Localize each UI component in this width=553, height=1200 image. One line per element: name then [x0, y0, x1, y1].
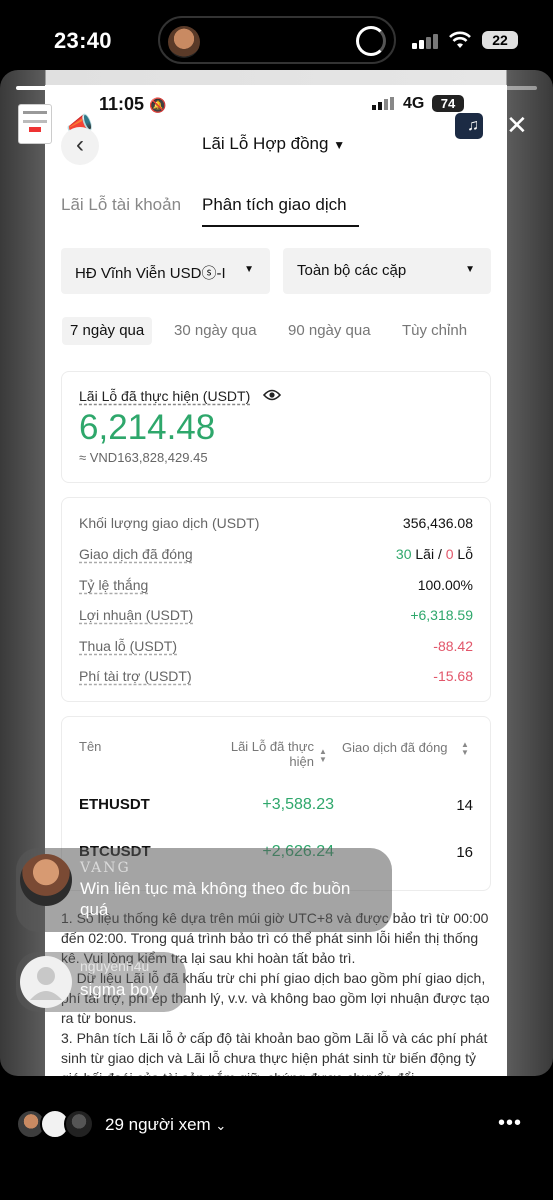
col-header-name: Tên — [79, 739, 102, 754]
caret-down-icon: ▼ — [333, 138, 346, 152]
back-button[interactable]: ‹ — [61, 127, 99, 165]
author-thumbnail[interactable] — [18, 104, 52, 144]
period-custom[interactable]: Tùy chỉnh — [394, 317, 475, 345]
comment-bubble[interactable]: VANG Win liên tục mà không theo đc buồn … — [16, 848, 392, 932]
viewer-count[interactable]: 29 người xem ⌄ — [105, 1115, 226, 1135]
tab-account-pnl[interactable]: Lãi Lỗ tài khoản — [61, 195, 181, 215]
page-title[interactable]: Lãi Lỗ Hợp đồng ▼ — [202, 134, 345, 154]
stat-label-winrate: Tỷ lệ thắng — [79, 577, 149, 593]
phone-status-bar: 23:40 22 — [0, 0, 553, 80]
stat-value-profit: +6,318.59 — [410, 607, 473, 623]
eye-icon[interactable] — [262, 388, 282, 407]
row-closed: 14 — [456, 797, 473, 814]
inner-signal-icon — [372, 97, 394, 115]
bell-muted-icon: 🔕 — [149, 97, 167, 113]
sort-icon[interactable]: ▲ ▼ — [461, 741, 469, 757]
tab-trade-analysis[interactable]: Phân tích giao dịch — [202, 195, 347, 215]
realized-pnl-label: Lãi Lỗ đã thực hiện (USDT) — [79, 388, 251, 404]
stat-value-volume: 356,436.08 — [402, 515, 473, 531]
battery-icon: 22 — [482, 31, 518, 49]
close-icon[interactable]: ✕ — [506, 110, 528, 141]
row-symbol[interactable]: ETHUSDT — [79, 796, 150, 813]
more-options-icon[interactable]: ••• — [498, 1112, 522, 1135]
stat-value-winrate: 100.00% — [417, 577, 473, 593]
phone-clock: 23:40 — [54, 28, 112, 53]
stat-value-closed: 30 Lãi / 0 Lỗ — [395, 546, 473, 562]
stat-label-funding: Phí tài trợ (USDT) — [79, 668, 192, 684]
period-7d[interactable]: 7 ngày qua — [62, 317, 153, 345]
sort-icon[interactable]: ▲ ▼ — [319, 748, 327, 764]
activity-ring-icon — [356, 26, 386, 56]
caret-down-icon: ▼ — [244, 264, 254, 275]
music-icon[interactable]: ♫ — [455, 113, 483, 139]
story-date: · 2025-12-11 — [98, 115, 195, 134]
viewer-avatar — [64, 1109, 94, 1139]
contract-select[interactable]: HĐ Vĩnh Viễn USDⓢ-I ▼ — [61, 248, 270, 294]
stat-value-loss: -88.42 — [433, 638, 473, 654]
inner-network: 4G — [403, 95, 425, 112]
commenter-avatar — [20, 854, 72, 906]
period-90d[interactable]: 90 ngày qua — [280, 317, 379, 345]
chevron-down-icon: ⌄ — [215, 1118, 227, 1133]
realized-pnl-value: 6,214.48 — [79, 408, 216, 447]
active-tab-indicator — [202, 225, 359, 227]
comment-bubble[interactable]: nguyenh4u sigma boy — [16, 952, 186, 1012]
stat-label-closed: Giao dịch đã đóng — [79, 546, 193, 562]
caret-down-icon: ▼ — [465, 264, 475, 275]
cellular-signal-icon — [412, 33, 440, 54]
stat-label-profit: Lợi nhuận (USDT) — [79, 607, 194, 623]
commenter-name: VANG — [80, 860, 131, 876]
inner-battery-icon: 74 — [432, 95, 464, 112]
commenter-avatar — [20, 956, 72, 1008]
row-closed: 16 — [456, 844, 473, 861]
stat-label-volume: Khối lượng giao dịch (USDT) — [79, 515, 260, 531]
dynamic-island[interactable] — [158, 16, 396, 64]
comment-text: sigma boy — [80, 980, 158, 999]
period-30d[interactable]: 30 ngày qua — [166, 317, 265, 345]
commenter-name: nguyenh4u — [80, 958, 150, 974]
row-pnl: +3,588.23 — [262, 796, 334, 813]
realized-pnl-vnd: ≈ VND163,828,429.45 — [79, 450, 208, 465]
stat-label-loss: Thua lỗ (USDT) — [79, 638, 178, 654]
col-header-closed[interactable]: Giao dịch đã đóng — [342, 740, 448, 755]
stat-value-funding: -15.68 — [433, 668, 473, 684]
col-header-pnl[interactable]: Lãi Lỗ đã thực hiện — [222, 739, 314, 769]
wifi-icon — [448, 30, 472, 55]
pairs-select[interactable]: Toàn bộ các cặp ▼ — [283, 248, 491, 294]
island-avatar — [168, 26, 200, 58]
inner-clock: 11:05 🔕 — [99, 94, 167, 114]
comment-text: Win liên tục mà không theo đc buồn quá — [80, 879, 351, 919]
